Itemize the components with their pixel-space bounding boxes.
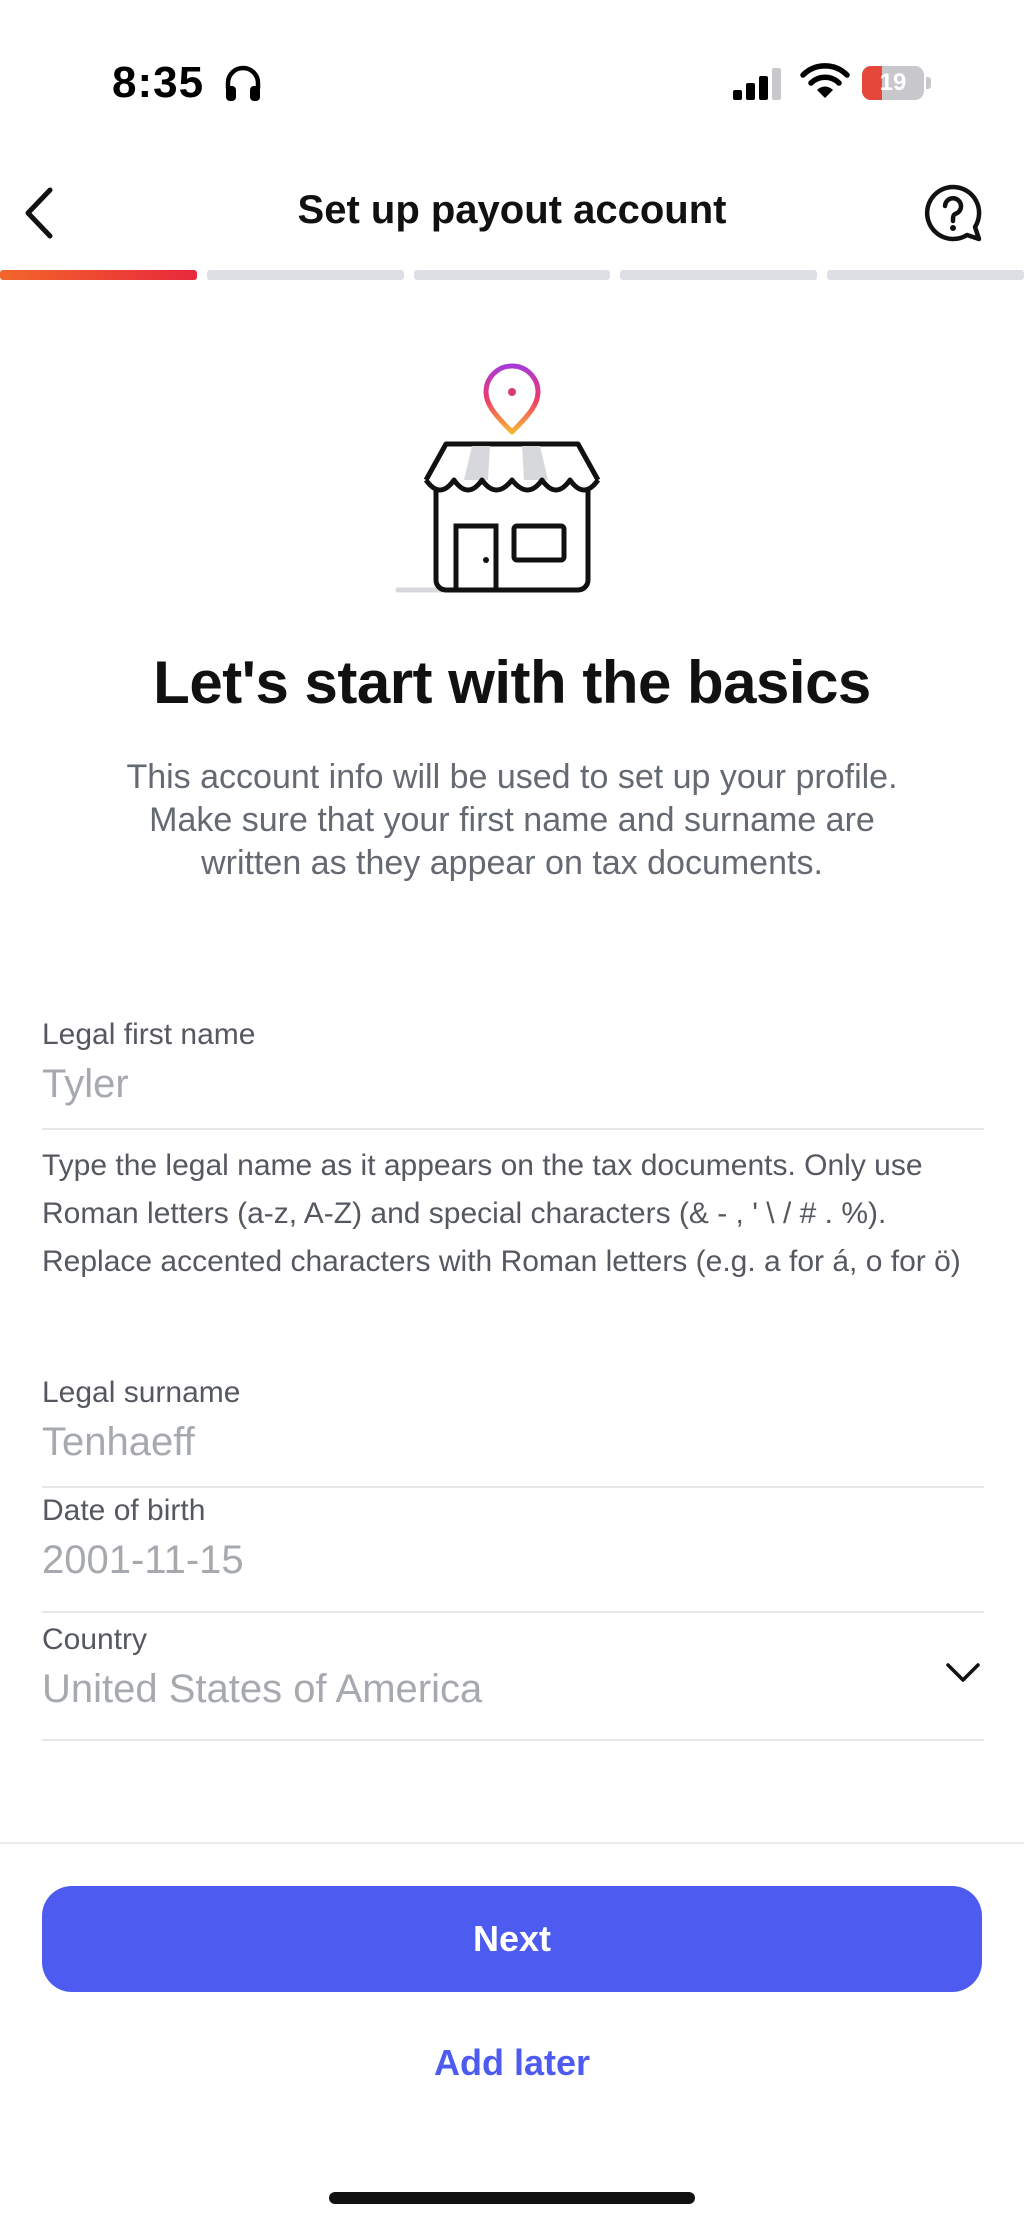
footer-divider: [0, 1842, 1024, 1844]
surname-label: Legal surname: [42, 1376, 241, 1409]
status-time: 8:35: [112, 58, 205, 107]
progress-step-4: [620, 270, 818, 280]
date-of-birth-label: Date of birth: [42, 1494, 206, 1527]
progress-step-2: [206, 270, 404, 280]
intro-description: This account info will be used to set up…: [126, 758, 898, 882]
home-indicator: [329, 2192, 695, 2204]
progress-step-5: [827, 270, 1024, 280]
first-name-label: Legal first name: [42, 1018, 256, 1051]
payout-setup-screen: 8:35 19 Set up payout account Let's star…: [0, 0, 1024, 2226]
storefront-location-icon: [395, 363, 601, 593]
progress-step-3: [413, 270, 611, 280]
add-later-link[interactable]: Add later: [0, 2042, 1024, 2084]
country-select[interactable]: Country United States of America: [42, 1613, 984, 1741]
battery-level: 19: [879, 69, 907, 96]
battery-icon: 19: [862, 66, 932, 100]
surname-input[interactable]: Tenhaeff: [42, 1420, 195, 1465]
headphones-icon: [225, 65, 261, 101]
progress-step-1: [0, 270, 197, 280]
page-title: Set up payout account: [297, 188, 727, 232]
progress-steps: [0, 270, 1024, 280]
country-label: Country: [42, 1623, 148, 1656]
country-value[interactable]: United States of America: [42, 1667, 482, 1712]
name-helper-text: Type the legal name as it appears on the…: [42, 1149, 961, 1278]
date-of-birth-input[interactable]: 2001-11-15: [42, 1538, 244, 1583]
chevron-down-icon[interactable]: [942, 1651, 984, 1693]
signal-icon: [733, 68, 781, 100]
wifi-icon: [800, 63, 850, 98]
surname-field[interactable]: Legal surname Tenhaeff: [42, 1370, 984, 1488]
next-button[interactable]: Next: [42, 1886, 982, 1992]
help-button[interactable]: [922, 182, 984, 244]
date-of-birth-field[interactable]: Date of birth 2001-11-15: [42, 1488, 984, 1613]
main-heading: Let's start with the basics: [153, 649, 871, 716]
first-name-input[interactable]: Tyler: [42, 1062, 129, 1107]
first-name-field[interactable]: Legal first name Tyler: [42, 1012, 984, 1130]
